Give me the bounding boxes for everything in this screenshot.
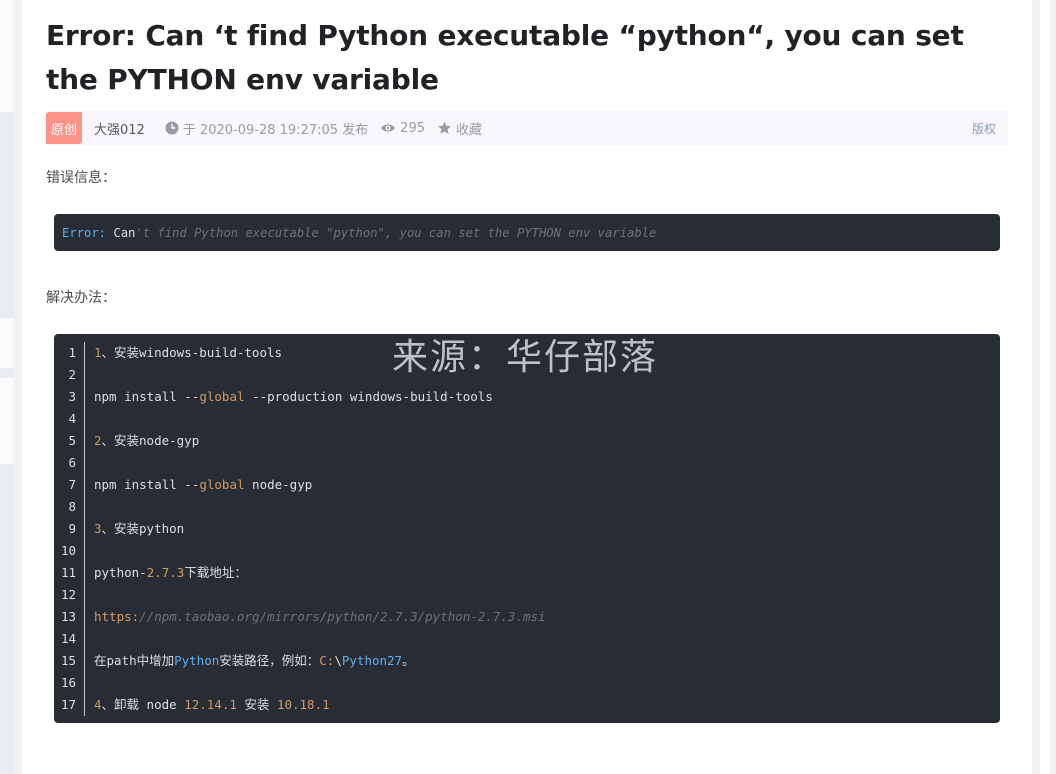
right-sidebar-bar (1040, 0, 1050, 774)
code-number: 12.14.1 (184, 697, 237, 712)
code-keyword: C: (319, 653, 335, 668)
view-count-value: 295 (400, 120, 425, 136)
line-number: 8 (68, 499, 76, 514)
code-text: 安装路径，例如： (219, 653, 320, 668)
code-number: 1 (94, 345, 102, 360)
code-text: 、安装node-gyp (101, 433, 200, 448)
code-text: 、卸载 node (101, 697, 185, 712)
code-text: python- (94, 565, 147, 580)
favorite-label: 收藏 (456, 122, 483, 138)
line-number: 3 (68, 389, 76, 404)
code-number: 2.7.3 (146, 565, 185, 580)
left-strip-segment (0, 378, 14, 464)
code-comment: //npm.taobao.org/mirrors/python/2.7.3/py… (139, 609, 546, 624)
code-line: https://npm.taobao.org/mirrors/python/2.… (94, 606, 546, 628)
publish-time: 于 2020-09-28 19:27:05 发布 (182, 122, 369, 138)
code-text: Can (106, 225, 136, 240)
view-count: 295 (380, 121, 425, 136)
left-strip-segment (0, 318, 14, 368)
code-number: 10.18.1 (276, 697, 330, 712)
star-icon (438, 121, 451, 134)
code-line: 2、安装node-gyp (94, 430, 546, 452)
code-line: python-2.7.3下载地址： (94, 562, 546, 584)
code-text: 在path中增加 (94, 653, 175, 668)
solution-heading: 解决办法： (46, 290, 116, 306)
code-line: 1、安装windows-build-tools (94, 342, 546, 364)
line-number: 1 (68, 345, 76, 360)
code-text: 。 (402, 653, 415, 668)
clock-icon (165, 121, 179, 135)
code-text: npm install -- (94, 389, 200, 404)
code-text: 、安装python (101, 521, 185, 536)
line-number: 7 (68, 477, 76, 492)
line-number: 17 (60, 697, 76, 712)
code-line: npm install --global --production window… (94, 386, 546, 408)
solution-code-block: 1 2 3 4 5 6 7 8 9 10 11 12 13 14 15 16 1… (54, 334, 1000, 723)
line-number: 10 (60, 543, 76, 558)
favorite-button[interactable]: 收藏 (437, 119, 482, 138)
code-number: 4 (94, 697, 102, 712)
code-keyword: https: (94, 609, 140, 624)
code-text: 下载地址： (184, 565, 247, 580)
line-number: 15 (60, 653, 76, 668)
eye-icon (381, 124, 396, 132)
code-line: 3、安装python (94, 518, 546, 540)
error-code-block: Error: Can't find Python executable "pyt… (54, 214, 1000, 251)
line-number: 12 (60, 587, 76, 602)
line-number: 4 (68, 411, 76, 426)
code-line: npm install --global node-gyp (94, 474, 546, 496)
line-number: 16 (60, 675, 76, 690)
line-number-gutter: 1 2 3 4 5 6 7 8 9 10 11 12 13 14 15 16 1… (54, 342, 85, 716)
line-number: 11 (60, 565, 76, 580)
copyright-link[interactable]: 版权 (972, 120, 996, 137)
code-builtin: Python27 (341, 653, 403, 668)
code-line: 4、卸载 node 12.14.1 安装 10.18.1 (94, 694, 546, 716)
line-number: 14 (60, 631, 76, 646)
line-number: 9 (68, 521, 76, 536)
article-title: Error: Can ‘t find Python executable “py… (46, 19, 964, 96)
code-line: 在path中增加Python安装路径，例如：C:\Python27。 (94, 650, 546, 672)
code-comment: 't find Python executable "python", you … (135, 225, 657, 240)
code-number: 2 (94, 433, 102, 448)
code-text: 安装 (236, 697, 277, 712)
code-builtin: Python (174, 653, 220, 668)
code-text: 、安装windows-build-tools (101, 345, 283, 360)
article-meta-bar: 原创 大强012 于 2020-09-28 19:27:05 发布 295 收藏… (46, 110, 1008, 146)
line-number: 13 (60, 609, 76, 624)
line-number: 5 (68, 433, 76, 448)
code-number: 3 (94, 521, 102, 536)
code-text: node-gyp (244, 477, 313, 492)
line-number: 2 (68, 367, 76, 382)
article-container: Error: Can ‘t find Python executable “py… (22, 0, 1032, 774)
line-number: 6 (68, 455, 76, 470)
code-keyword: global (199, 477, 245, 492)
code-lines: 1、安装windows-build-tools npm install --gl… (94, 342, 546, 716)
code-keyword: global (199, 389, 245, 404)
error-heading: 错误信息： (46, 170, 116, 186)
original-badge: 原创 (46, 112, 82, 144)
code-text: \ (334, 653, 342, 668)
code-text: npm install -- (94, 477, 200, 492)
publish-info: 于 2020-09-28 19:27:05 发布 (165, 119, 368, 138)
author-name[interactable]: 大强012 (94, 119, 145, 138)
code-keyword: Error: (62, 225, 107, 240)
code-text: --production windows-build-tools (244, 389, 493, 404)
left-background-strip (0, 0, 14, 774)
left-strip-segment (0, 0, 14, 112)
right-background-strip (1032, 0, 1056, 774)
